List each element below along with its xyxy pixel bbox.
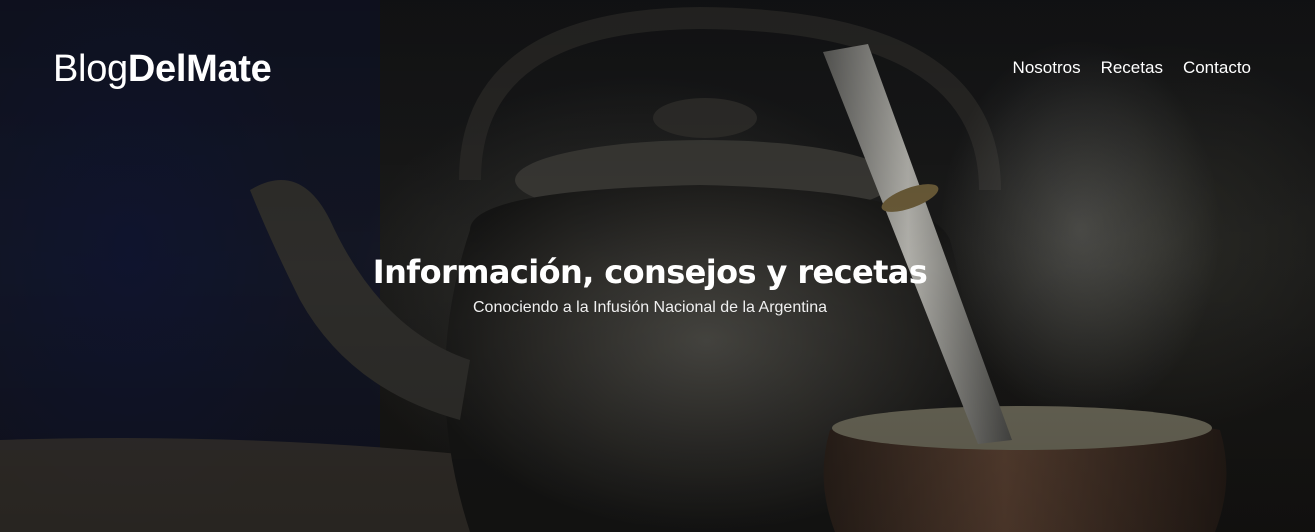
nav-item-nosotros: Nosotros [1013, 56, 1081, 80]
brand-light-text: Blog [53, 48, 128, 90]
hero-title: Información, consejos y recetas [372, 253, 928, 291]
nav-menu: Nosotros Recetas Contacto [1013, 56, 1251, 80]
hero-text-block: Información, consejos y recetas Conocien… [0, 250, 1300, 319]
nav-link-recetas[interactable]: Recetas [1101, 58, 1163, 77]
nav-link-nosotros[interactable]: Nosotros [1013, 58, 1081, 77]
nav-item-contacto: Contacto [1183, 56, 1251, 80]
nav-link-contacto[interactable]: Contacto [1183, 58, 1251, 77]
top-navbar: BlogDelMate Nosotros Recetas Contacto [0, 0, 1315, 140]
hero-section: BlogDelMate Nosotros Recetas Contacto In… [0, 0, 1315, 532]
hero-subtitle: Conociendo a la Infusión Nacional de la … [472, 299, 828, 316]
nav-item-recetas: Recetas [1101, 56, 1163, 80]
brand-bold-text: DelMate [127, 48, 272, 90]
brand-logo-link[interactable]: BlogDelMate [53, 46, 272, 92]
